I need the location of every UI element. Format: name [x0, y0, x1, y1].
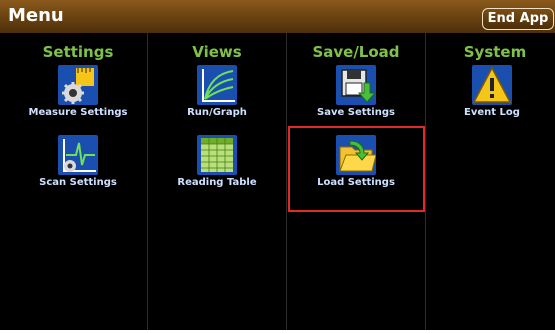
run-graph-button[interactable]: Run/Graph — [151, 65, 283, 125]
event-log-button[interactable]: Event Log — [426, 65, 555, 125]
reading-table-label: Reading Table — [177, 177, 257, 188]
views-header: Views — [192, 43, 242, 61]
run-graph-icon — [197, 65, 237, 105]
menu-screen: Menu End App Settings Measure Settings S… — [0, 0, 555, 330]
page-title: Menu — [8, 5, 64, 26]
save-settings-icon — [336, 65, 376, 105]
save-settings-label: Save Settings — [317, 107, 395, 118]
end-app-button[interactable]: End App — [482, 8, 554, 30]
scan-settings-button[interactable]: Scan Settings — [12, 135, 144, 195]
load-settings-highlight — [288, 126, 425, 212]
views-column: Views Run/Graph Reading Table — [148, 33, 287, 330]
event-log-label: Event Log — [464, 107, 520, 118]
system-column: System Event Log — [426, 33, 555, 330]
save-load-header: Save/Load — [312, 43, 400, 61]
save-settings-button[interactable]: Save Settings — [290, 65, 422, 125]
scan-settings-icon — [58, 135, 98, 175]
measure-settings-label: Measure Settings — [28, 107, 128, 118]
system-header: System — [463, 43, 527, 61]
measure-settings-button[interactable]: Measure Settings — [12, 65, 144, 125]
event-log-icon — [472, 65, 512, 105]
scan-settings-label: Scan Settings — [39, 177, 117, 188]
settings-header: Settings — [42, 43, 114, 61]
settings-column: Settings Measure Settings Scan Settings — [9, 33, 148, 330]
title-bar: Menu End App — [0, 0, 555, 33]
reading-table-button[interactable]: Reading Table — [151, 135, 283, 195]
measure-settings-icon — [58, 65, 98, 105]
reading-table-icon — [197, 135, 237, 175]
run-graph-label: Run/Graph — [187, 107, 247, 118]
